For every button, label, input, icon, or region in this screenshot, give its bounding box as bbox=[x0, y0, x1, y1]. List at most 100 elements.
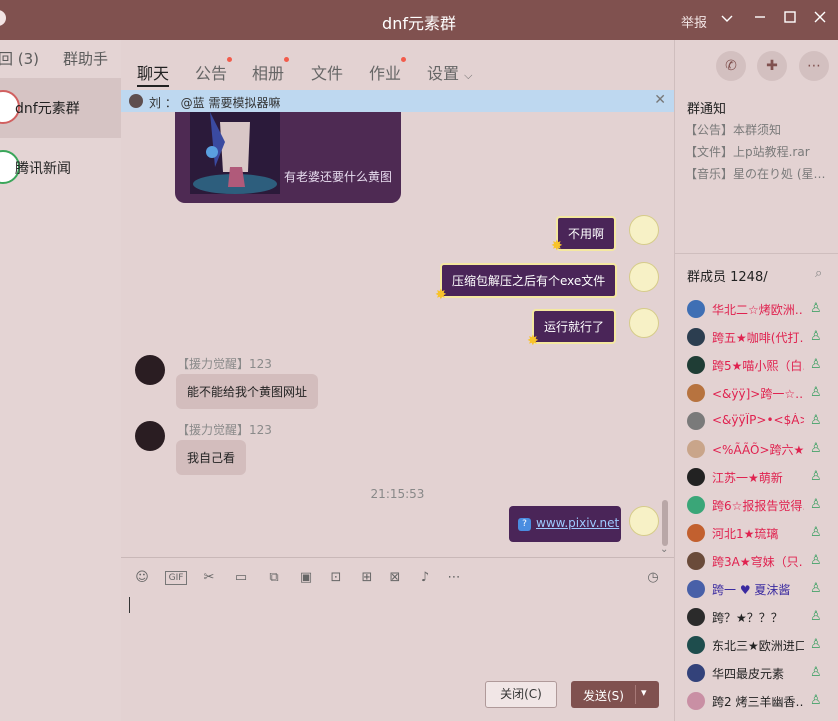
incoming-message[interactable]: 能不能给我个黄图网址 bbox=[176, 374, 319, 409]
scroll-down-icon[interactable]: ⌄ bbox=[660, 544, 668, 555]
conversation-name: dnf元素群 bbox=[15, 101, 80, 117]
sender-avatar[interactable] bbox=[135, 355, 165, 385]
anime-image[interactable] bbox=[190, 112, 280, 194]
member-role-icon: ♙ bbox=[810, 665, 822, 680]
unread-dot bbox=[284, 57, 290, 62]
member-item[interactable]: 跨6☆报报告觉得… ♙ bbox=[687, 494, 837, 516]
my-avatar[interactable] bbox=[629, 262, 659, 292]
more-icon[interactable]: ⋯ bbox=[444, 569, 464, 587]
chevron-down-icon[interactable]: ▾ bbox=[641, 686, 647, 699]
member-item[interactable]: 跨一 ♥ 夏沫酱 ♙ bbox=[687, 578, 837, 600]
member-name: 江苏一★萌新 bbox=[712, 471, 783, 485]
my-avatar[interactable] bbox=[629, 215, 659, 245]
red-packet-icon[interactable]: ⊠ bbox=[385, 569, 405, 587]
tab-label: 相册 bbox=[252, 64, 285, 83]
window-title: dnf元素群 bbox=[382, 14, 456, 33]
tab-homework[interactable]: 作业 bbox=[369, 57, 407, 84]
tab-announcement[interactable]: 公告 bbox=[195, 57, 233, 84]
tab-label: 公告 bbox=[195, 64, 228, 83]
search-icon[interactable]: ⌕ bbox=[815, 266, 822, 281]
close-icon[interactable] bbox=[809, 8, 831, 30]
chat-tabs: 聊天 公告 相册 文件 作业 设置 ⌵ bbox=[121, 40, 674, 90]
tab-files[interactable]: 文件 bbox=[311, 60, 343, 84]
history-clock-icon[interactable]: ◷ bbox=[643, 569, 663, 587]
phone-icon[interactable]: ✆ bbox=[716, 51, 746, 81]
scrollbar-thumb[interactable] bbox=[662, 500, 668, 546]
sparkle-icon: ✸ bbox=[527, 333, 539, 349]
member-item[interactable]: 跨五★咖啡(代打… ♙ bbox=[687, 326, 837, 348]
send-button-label: 发送(S) bbox=[583, 689, 624, 703]
group-notice-title: 群通知 bbox=[687, 102, 727, 117]
bell-mute-icon[interactable]: ♪ bbox=[415, 569, 435, 587]
member-item[interactable]: <%ÃÃÕ>跨六★… ♙ bbox=[687, 438, 837, 460]
close-button[interactable]: 关闭(C) bbox=[485, 681, 557, 708]
chevron-down-icon[interactable] bbox=[716, 8, 738, 30]
mention-notice-bar[interactable]: 刘 ： @蓝 需要模拟器嘛 ✕ bbox=[121, 90, 674, 112]
mention-notice-text: 刘 ： @蓝 需要模拟器嘛 bbox=[149, 96, 281, 110]
member-item[interactable]: 华四最皮元素 ♙ bbox=[687, 662, 837, 684]
member-item[interactable]: 跨3A★穹妹（只… ♙ bbox=[687, 550, 837, 572]
more-icon[interactable]: ⋯ bbox=[799, 51, 829, 81]
tab-album[interactable]: 相册 bbox=[252, 57, 290, 84]
member-item[interactable]: <&ÿÿ]>跨一☆… ♙ bbox=[687, 382, 837, 404]
notice-item[interactable]: 【音乐】星の在り処 (星… bbox=[685, 165, 835, 182]
title-bar: dnf元素群 举报 bbox=[0, 0, 838, 40]
conversation-item-news[interactable]: 腾讯新闻 bbox=[0, 138, 121, 198]
sidebar-tabs: 回 (3) 群助手 bbox=[0, 48, 121, 72]
tab-chat[interactable]: 聊天 bbox=[137, 60, 169, 84]
member-avatar bbox=[687, 496, 705, 514]
video-icon[interactable]: ⊡ bbox=[326, 569, 346, 587]
tab-group-assistant[interactable]: 群助手 bbox=[63, 48, 108, 69]
member-avatar bbox=[687, 552, 705, 570]
my-avatar[interactable] bbox=[629, 506, 659, 536]
link-url[interactable]: www.pixiv.net bbox=[536, 516, 619, 530]
member-avatar bbox=[687, 580, 705, 598]
send-button[interactable]: 发送(S) ▾ bbox=[571, 681, 659, 708]
link-message[interactable]: ? www.pixiv.net bbox=[509, 506, 621, 542]
my-avatar[interactable] bbox=[629, 308, 659, 338]
member-role-icon: ♙ bbox=[810, 637, 822, 652]
minimize-icon[interactable] bbox=[749, 8, 771, 30]
member-avatar bbox=[687, 692, 705, 710]
member-item[interactable]: 东北三★欧洲进口… ♙ bbox=[687, 634, 837, 656]
member-avatar bbox=[687, 468, 705, 486]
outgoing-message[interactable]: 不用啊 bbox=[556, 216, 617, 251]
member-role-icon: ♙ bbox=[810, 441, 822, 456]
incoming-message[interactable]: 我自己看 bbox=[176, 440, 247, 475]
tab-settings[interactable]: 设置 ⌵ bbox=[427, 60, 472, 84]
notice-item[interactable]: 【文件】上p站教程.rar bbox=[685, 143, 835, 160]
member-item[interactable]: 河北1★琉璃 ♙ bbox=[687, 522, 837, 544]
emoji-icon[interactable]: ☺ bbox=[132, 569, 152, 587]
member-name: <%ÃÃÕ>跨六★… bbox=[712, 443, 804, 457]
folder-icon[interactable]: ▭ bbox=[231, 569, 251, 587]
add-chat-icon[interactable]: ✚ bbox=[757, 51, 787, 81]
member-item[interactable]: 跨5★喵小熙（白… ♙ bbox=[687, 354, 837, 376]
unread-dot bbox=[401, 57, 407, 62]
member-name: 华北二☆烤欧洲… bbox=[712, 303, 804, 317]
notice-item[interactable]: 【公告】本群须知 bbox=[685, 121, 835, 138]
maximize-icon[interactable] bbox=[779, 8, 801, 30]
gift-icon[interactable]: ⊞ bbox=[357, 569, 377, 587]
message-list[interactable]: 有老婆还要什么黄图 不用啊 ✸ 压缩包解压之后有个exe文件 ✸ 运行就行了 ✸… bbox=[121, 112, 674, 557]
conversation-item-dnf[interactable]: dnf元素群 bbox=[0, 78, 121, 138]
report-button[interactable]: 举报 bbox=[681, 12, 707, 31]
image-icon[interactable]: ▣ bbox=[296, 569, 316, 587]
member-item[interactable]: 跨？★？？？ ♙ bbox=[687, 606, 837, 628]
message-input[interactable] bbox=[121, 592, 674, 678]
member-item[interactable]: <&ÿÿÏP>•<$À>… ♙ bbox=[687, 410, 837, 432]
tab-recent[interactable]: 回 (3) bbox=[0, 48, 39, 69]
member-item[interactable]: 华北二☆烤欧洲… ♙ bbox=[687, 298, 837, 320]
sender-name[interactable]: 【援力觉醒】123 bbox=[177, 421, 272, 438]
outgoing-message[interactable]: 压缩包解压之后有个exe文件 bbox=[440, 263, 618, 298]
gif-icon[interactable]: GIF bbox=[165, 571, 187, 585]
close-icon[interactable]: ✕ bbox=[654, 92, 666, 108]
sender-avatar[interactable] bbox=[135, 421, 165, 451]
image-message[interactable]: 有老婆还要什么黄图 bbox=[175, 112, 401, 203]
scissors-icon[interactable]: ✂ bbox=[199, 569, 219, 587]
outgoing-message[interactable]: 运行就行了 bbox=[532, 309, 617, 344]
member-name: 跨3A★穹妹（只… bbox=[712, 555, 804, 569]
member-item[interactable]: 江苏一★萌新 ♙ bbox=[687, 466, 837, 488]
sender-name[interactable]: 【援力觉醒】123 bbox=[177, 355, 272, 372]
doc-icon[interactable]: ⧉ bbox=[264, 569, 284, 587]
member-item[interactable]: 跨2 烤三羊幽香… ♙ bbox=[687, 690, 837, 712]
